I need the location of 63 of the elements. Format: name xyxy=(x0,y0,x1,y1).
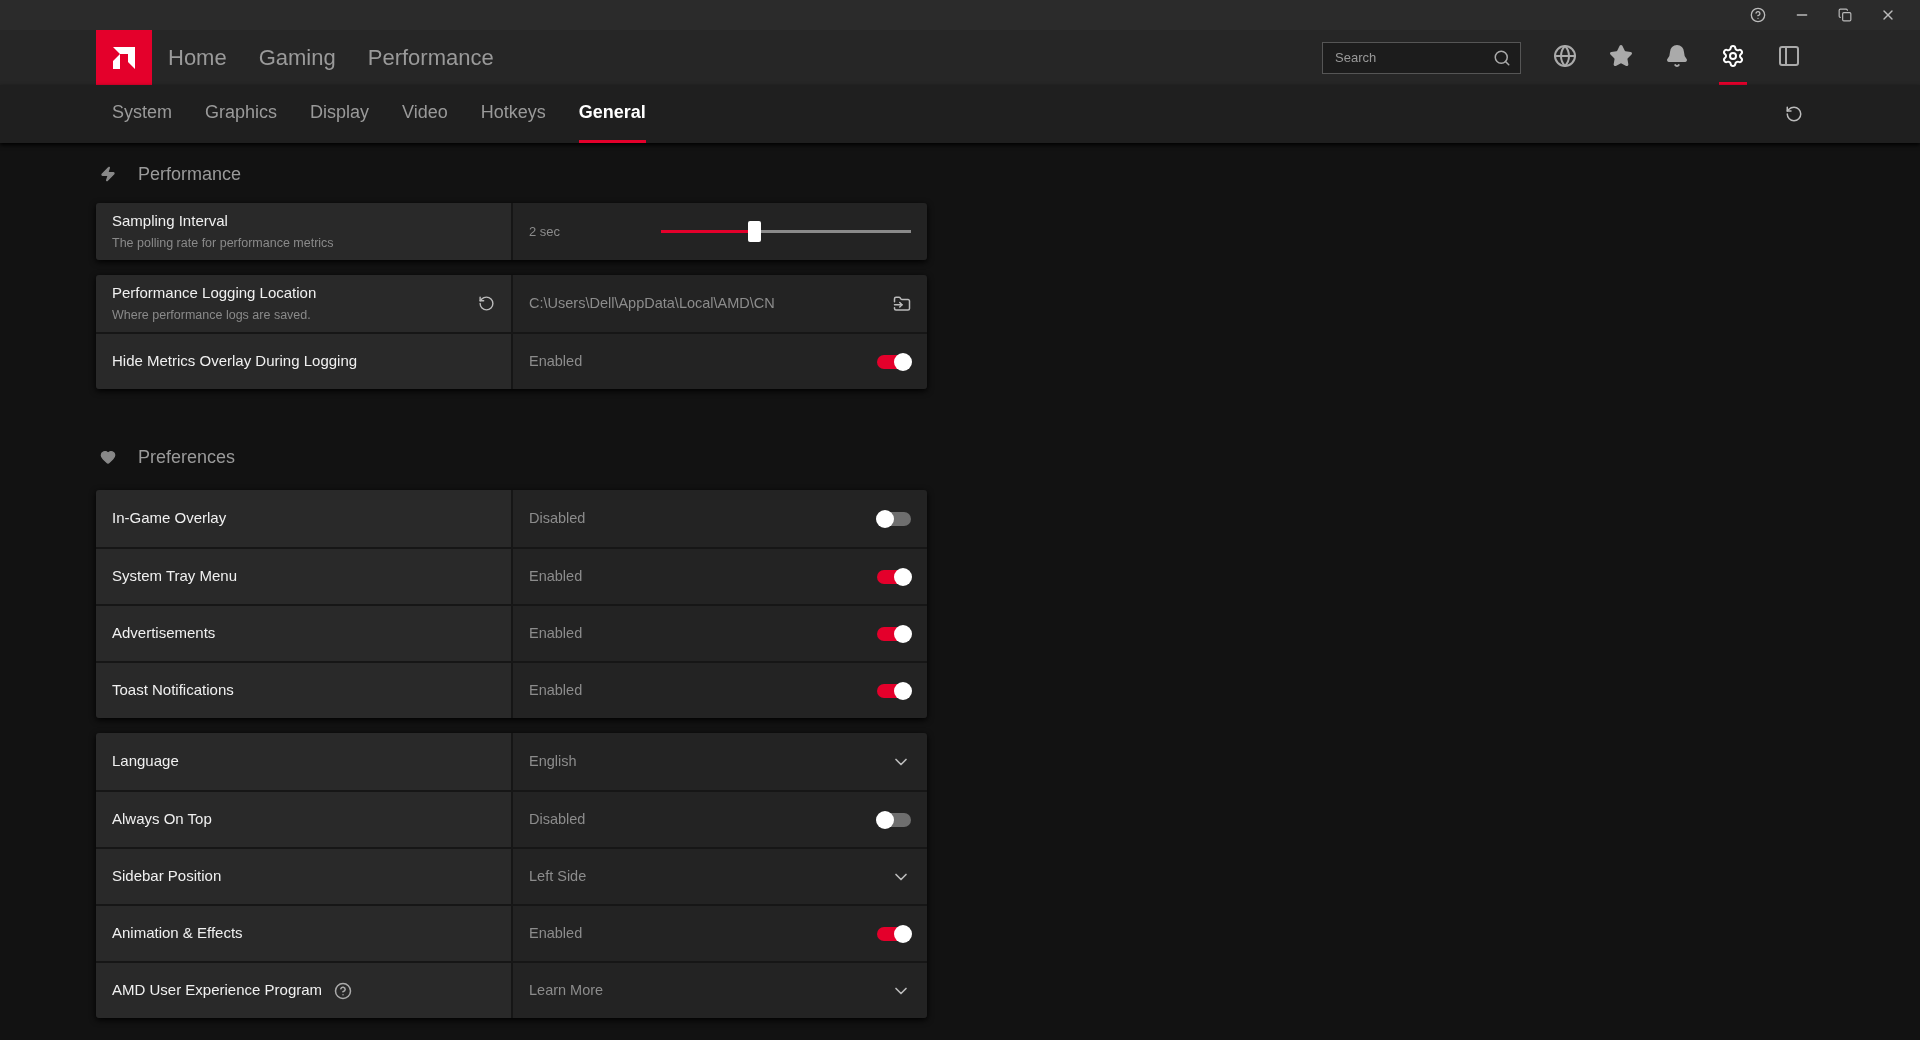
nav-item[interactable]: Home xyxy=(168,41,227,74)
settings-icon xyxy=(1721,44,1745,68)
slider-thumb[interactable] xyxy=(747,221,761,242)
restore-icon[interactable] xyxy=(1838,8,1852,22)
tab[interactable]: Hotkeys xyxy=(480,85,546,143)
setting-value: Disabled xyxy=(529,809,587,829)
tab[interactable]: General xyxy=(578,85,646,143)
toggle-switch[interactable] xyxy=(877,812,911,827)
help-icon[interactable] xyxy=(334,981,353,1000)
setting-label: In-Game Overlay xyxy=(112,508,227,529)
setting-label: Always On Top xyxy=(112,809,212,830)
heart-icon xyxy=(100,449,116,465)
logo[interactable] xyxy=(96,30,152,85)
setting-value: C:\Users\Dell\AppData\Local\AMD\CN xyxy=(529,293,776,313)
toggle-switch[interactable] xyxy=(877,569,911,584)
nav-item[interactable]: Gaming xyxy=(258,41,336,74)
setting-value: Enabled xyxy=(529,680,584,700)
help-icon[interactable] xyxy=(1750,7,1766,23)
toggle-switch[interactable] xyxy=(877,683,911,698)
setting-label: Advertisements xyxy=(112,623,216,644)
reset-icon[interactable] xyxy=(478,295,495,312)
nav-item[interactable]: Performance xyxy=(367,41,494,74)
setting-label: Sidebar Position xyxy=(112,866,222,887)
setting-label: AMD User Experience Program xyxy=(112,980,323,1001)
toggle-switch[interactable] xyxy=(877,926,911,941)
globe-icon xyxy=(1553,44,1577,68)
setting-label: Sampling Interval xyxy=(112,210,228,231)
search-icon[interactable] xyxy=(1493,48,1511,67)
setting-value: Enabled xyxy=(529,923,584,943)
setting-value: Enabled xyxy=(529,566,584,586)
setting-value: Disabled xyxy=(529,508,587,528)
folder-icon[interactable] xyxy=(893,294,911,313)
section-title: Performance xyxy=(138,162,242,186)
bell-icon xyxy=(1665,44,1689,68)
slider-track[interactable] xyxy=(661,221,911,242)
setting-value: Learn More xyxy=(529,980,605,1000)
setting-value: Enabled xyxy=(529,351,584,371)
setting-description: Where performance logs are saved. xyxy=(112,307,312,325)
setting-value: Enabled xyxy=(529,623,584,643)
reset-icon[interactable] xyxy=(1785,105,1803,123)
tab[interactable]: Display xyxy=(310,85,370,143)
panel-icon xyxy=(1777,44,1801,68)
toggle-switch[interactable] xyxy=(877,354,911,369)
toggle-switch[interactable] xyxy=(877,511,911,526)
setting-value: English xyxy=(529,751,578,771)
setting-label: Performance Logging Location xyxy=(112,282,317,303)
setting-label: Hide Metrics Overlay During Logging xyxy=(112,351,358,372)
tab[interactable]: Graphics xyxy=(205,85,278,143)
setting-label: Language xyxy=(112,751,179,772)
setting-value: Left Side xyxy=(529,866,588,886)
setting-label: System Tray Menu xyxy=(112,566,238,587)
tab[interactable]: System xyxy=(112,85,172,143)
setting-value: 2 sec xyxy=(529,222,562,241)
tab[interactable]: Video xyxy=(402,85,448,143)
setting-label: Toast Notifications xyxy=(112,680,234,701)
setting-description: The polling rate for performance metrics xyxy=(112,235,335,253)
toggle-switch[interactable] xyxy=(877,626,911,641)
bolt-icon xyxy=(100,166,116,182)
setting-label: Animation & Effects xyxy=(112,923,243,944)
star-icon xyxy=(1609,44,1633,68)
search-field[interactable]: Search xyxy=(1322,41,1521,74)
logo-icon xyxy=(111,44,137,71)
section-title: Preferences xyxy=(138,445,236,469)
